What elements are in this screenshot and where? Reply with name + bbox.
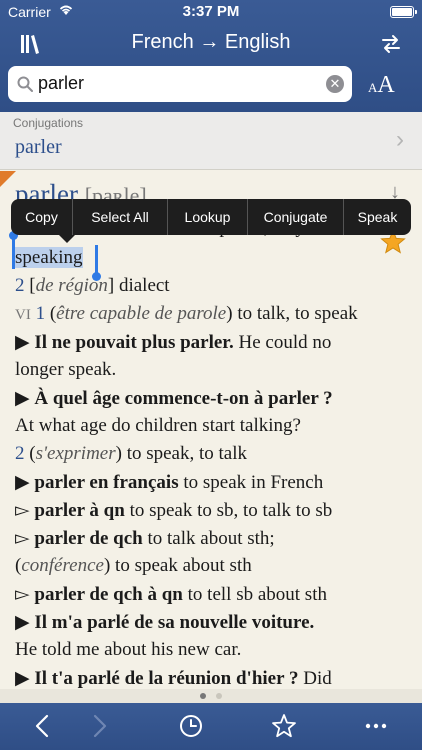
selection-end-handle[interactable] [92,245,101,281]
example-5-line: ▶ Il t'a parlé de la réunion d'hier ? Di… [15,668,332,689]
conjugations-label: Conjugations [13,116,84,130]
phrase-2-line: ▻ parler de qch to talk about sth; [15,528,275,549]
page-indicator[interactable] [0,689,422,703]
font-size-small-label: A [368,80,378,95]
example-1-cont: longer speak. [15,359,117,380]
verb-sense-1-line: VI 1 (être capable de parole) to talk, t… [15,303,358,324]
example-1-line: ▶ Il ne pouvait plus parler. He could no [15,332,332,353]
page-dot-active [200,693,206,699]
search-bar[interactable]: parler ✕ [8,66,352,102]
bottom-toolbar [0,703,422,750]
menu-copy[interactable]: Copy [11,199,73,235]
verb-sense-2-line: 2 (s'exprimer) to speak, to talk [15,443,248,464]
swap-icon[interactable] [380,33,402,55]
battery-icon [390,6,417,18]
header: Carrier 3:37 PM French → English parler … [0,0,422,112]
menu-lookup[interactable]: Lookup [168,199,248,235]
entry-content: parler [paʀle] ↓ speech, way of speaking… [0,171,422,689]
font-size-button[interactable]: AA [368,72,395,99]
search-input[interactable]: parler [38,73,84,94]
conjugations-row[interactable]: Conjugations parler › [0,112,422,170]
menu-conjugate[interactable]: Conjugate [248,199,344,235]
example-3-line: ▶ parler en français to speak in French [15,472,324,493]
history-icon[interactable] [178,713,204,739]
example-2-line: ▶ À quel âge commence-t-on à parler ? [15,388,333,409]
sense-2-line: 2 [de région] dialect [15,275,170,296]
more-icon[interactable] [363,713,389,739]
search-icon [17,76,33,92]
bookmark-corner-icon [0,171,16,187]
page-dot [216,693,222,699]
clear-icon[interactable]: ✕ [326,75,344,93]
font-size-big-label: A [377,72,395,98]
chevron-right-icon: › [396,126,404,153]
menu-select-all[interactable]: Select All [73,199,168,235]
selection-highlight[interactable]: speaking [15,247,83,268]
phrase-3-line: ▻ parler de qch à qn to tell sb about st… [15,584,327,605]
navbar: French → English [0,28,422,60]
page-title: French → English [131,31,291,53]
menu-speak[interactable]: Speak [344,199,411,235]
back-icon[interactable] [30,713,56,739]
phrase-2-cont: (conférence) to speak about sth [15,555,252,576]
context-menu: Copy Select All Lookup Conjugate Speak [11,199,411,243]
status-bar: Carrier 3:37 PM [0,0,422,24]
conjugations-verb: parler [15,136,62,158]
selected-text[interactable]: speaking [15,247,83,269]
example-4-trans: He told me about his new car. [15,639,242,660]
selection-start-handle[interactable] [9,231,18,269]
clock: 3:37 PM [182,3,240,20]
example-4-line: ▶ Il m'a parlé de sa nouvelle voiture. [15,612,315,633]
example-2-trans: At what age do children start talking? [15,415,301,436]
favorites-icon[interactable] [271,713,297,739]
forward-icon[interactable] [86,713,112,739]
phrase-1-line: ▻ parler à qn to speak to sb, to talk to… [15,500,333,521]
